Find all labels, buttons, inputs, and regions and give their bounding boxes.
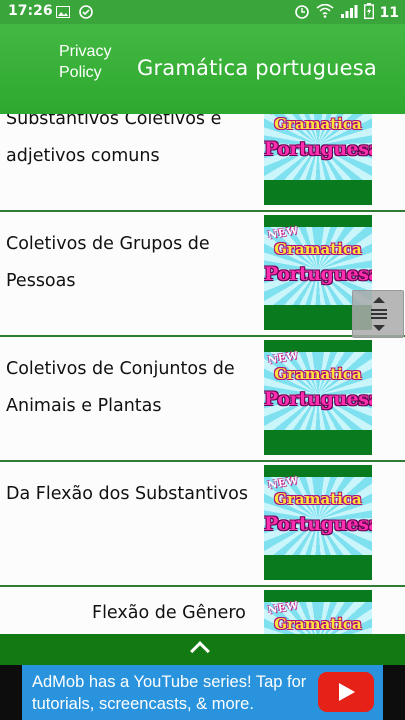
check-circle-icon — [79, 4, 93, 20]
alarm-icon — [294, 3, 310, 23]
status-right: 11 — [294, 3, 399, 23]
chevron-up-icon — [190, 641, 210, 661]
list-item-label: Coletivos de Grupos de Pessoas — [6, 234, 210, 291]
wifi-icon — [315, 3, 334, 22]
app-title: Gramática portuguesa — [137, 56, 377, 80]
list-item-label: Da Flexão dos Substantivos — [6, 484, 249, 504]
ad-left-edge — [0, 665, 22, 720]
list-item[interactable]: Coletivos de Conjuntos de Animais e Plan… — [0, 337, 405, 462]
drag-lines-icon — [371, 309, 387, 319]
screen: 17:26 11 Privacy Policy Gramática portug — [0, 0, 405, 720]
battery-charging-icon — [363, 3, 374, 23]
list-item-label: Flexão de Gênero — [92, 603, 246, 623]
ad-text: AdMob has a YouTube series! Tap for tuto… — [32, 673, 307, 713]
list-item[interactable]: Substantivos Coletivos e adjetivos comun… — [0, 114, 405, 212]
topic-list[interactable]: Substantivos Coletivos e adjetivos comun… — [0, 114, 405, 634]
status-time: 17:26 — [8, 3, 53, 19]
status-bar: 17:26 11 — [0, 0, 405, 24]
list-item-label: Coletivos de Conjuntos de Animais e Plan… — [6, 359, 235, 416]
list-item[interactable]: Coletivos de Grupos de Pessoas NEW Grama… — [0, 212, 405, 337]
play-icon — [339, 683, 355, 701]
fast-scroll-handle[interactable] — [352, 290, 404, 338]
arrow-up-icon — [373, 297, 385, 303]
topic-list-inner: Substantivos Coletivos e adjetivos comun… — [0, 114, 405, 634]
list-item-thumbnail: NEW Gramatica Portuguesa — [264, 114, 372, 205]
list-item-thumbnail: NEW Gramatica Portuguesa — [264, 465, 372, 580]
privacy-policy-button[interactable]: Privacy Policy — [59, 41, 129, 83]
battery-level: 11 — [379, 5, 399, 21]
youtube-play-button[interactable] — [318, 672, 374, 712]
app-bar: Privacy Policy Gramática portuguesa — [0, 24, 405, 114]
ad-right-edge — [383, 665, 405, 720]
list-item[interactable]: Flexão de Gênero NEW Gramatica Portugues… — [0, 587, 405, 634]
signal-icon — [340, 4, 358, 22]
image-icon — [56, 4, 70, 20]
list-item-label: Substantivos Coletivos e adjetivos comun… — [6, 114, 222, 166]
arrow-down-icon — [373, 325, 385, 331]
list-item[interactable]: Da Flexão dos Substantivos NEW Gramatica… — [0, 462, 405, 587]
list-item-thumbnail: NEW Gramatica Portuguesa — [264, 340, 372, 455]
list-item-thumbnail: NEW Gramatica Portuguesa — [264, 590, 372, 634]
expand-bar[interactable] — [0, 634, 405, 665]
